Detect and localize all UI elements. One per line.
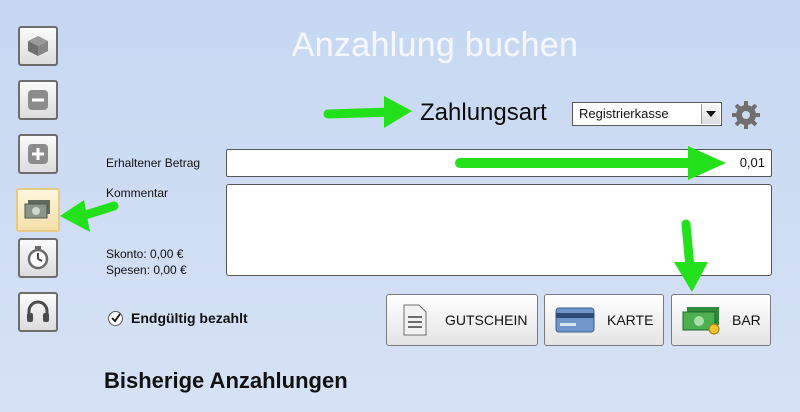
chevron-down-icon[interactable] [701,104,720,124]
cash-button-label: BAR [732,312,761,328]
settings-button[interactable] [731,100,761,130]
headset-icon [27,300,49,322]
payment-method-value: Registrierkasse [579,106,669,121]
sidebar-item-plus[interactable] [18,134,58,174]
banknote-icon [680,300,722,340]
payment-method-select[interactable]: Registrierkasse [572,102,722,126]
card-button-label: KARTE [607,312,654,328]
final-paid-row[interactable]: Endgültig bezahlt [108,310,248,326]
sidebar-item-cash[interactable] [16,188,60,232]
document-icon [395,300,435,340]
plus-icon [28,144,48,164]
cash-icon [24,200,50,219]
sidebar-item-support[interactable] [18,292,58,332]
annotation-arrow-icon [323,96,412,128]
minus-icon [28,90,48,110]
checkmark-icon [110,313,121,323]
page-title: Anzahlung buchen [291,26,579,64]
spesen-text: Spesen: 0,00 € [106,263,187,277]
final-paid-label: Endgültig bezahlt [131,310,248,326]
card-button[interactable]: KARTE [544,294,664,346]
voucher-button-label: GUTSCHEIN [445,312,528,328]
gear-icon [732,101,760,129]
previous-deposits-heading: Bisherige Anzahlungen [104,368,348,393]
received-amount-label: Erhaltener Betrag [106,156,201,170]
annotation-arrow-icon [674,219,708,292]
annotation-arrow-icon [455,146,726,180]
annotation-arrow-icon [60,200,119,232]
credit-card-icon [553,300,597,340]
payment-method-label: Zahlungsart [420,99,547,126]
skonto-text: Skonto: 0,00 € [106,247,184,261]
cash-button[interactable]: BAR [671,294,771,346]
sidebar-item-minus[interactable] [18,80,58,120]
timer-icon [27,246,49,270]
final-paid-checkbox[interactable] [108,310,123,326]
voucher-button[interactable]: GUTSCHEIN [386,294,538,346]
sidebar-item-timer[interactable] [18,238,58,278]
